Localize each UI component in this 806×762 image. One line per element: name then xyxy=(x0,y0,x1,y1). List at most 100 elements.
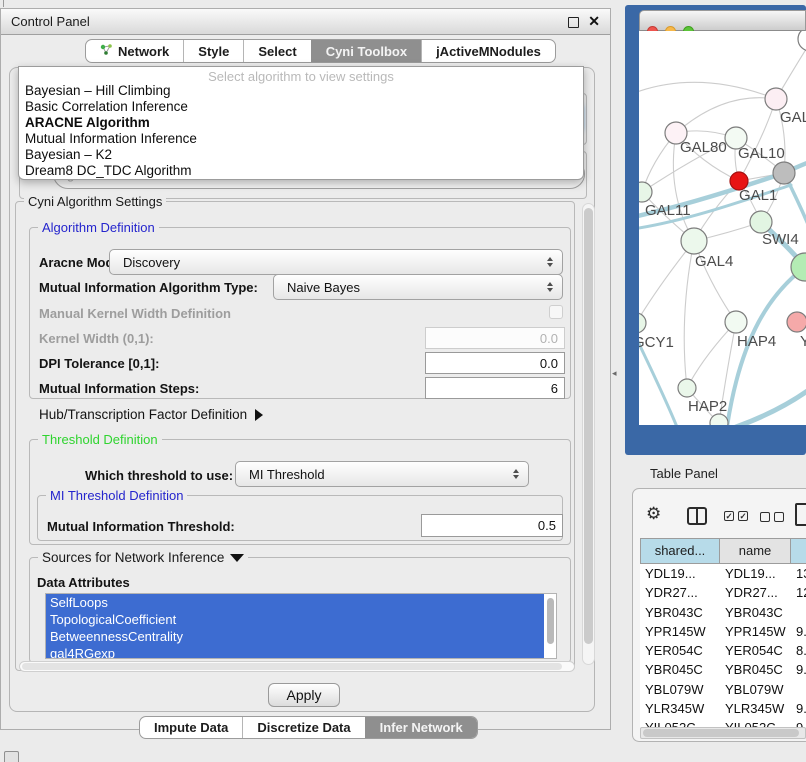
gear-icon[interactable]: ⚙ xyxy=(646,504,661,524)
splitter-handle-icon[interactable]: ◂ xyxy=(612,368,617,379)
table-row[interactable]: YBL079WYBL079W xyxy=(640,682,806,701)
tab-label: Style xyxy=(198,44,229,59)
table-cell: YBR043C xyxy=(640,605,720,624)
network-node-gal11[interactable] xyxy=(639,182,652,202)
list-scrollbar-thumb[interactable] xyxy=(547,598,554,644)
table-cell xyxy=(791,682,806,701)
mi-algorithm-type-value: Naive Bayes xyxy=(287,280,360,295)
settings-horizontal-scrollbar[interactable] xyxy=(19,661,575,672)
network-node-hap4[interactable] xyxy=(725,311,747,333)
network-node-hap2[interactable] xyxy=(678,379,696,397)
bottom-tab-impute-data[interactable]: Impute Data xyxy=(140,717,242,738)
bottom-tab-bar: Impute Data Discretize DataInfer Network xyxy=(139,716,478,739)
table-row[interactable]: YER054CYER054C8. xyxy=(640,643,806,662)
mi-algorithm-type-combobox[interactable]: Naive Bayes xyxy=(273,274,563,300)
node-label: GAL10 xyxy=(738,145,785,162)
table-row[interactable]: YDL19...YDL19...13 xyxy=(640,566,806,585)
table-body[interactable]: YDL19...YDL19...13YDR27...YDR27...12YBR0… xyxy=(640,566,806,727)
expand-right-icon[interactable] xyxy=(255,409,263,421)
table-row[interactable]: YDR27...YDR27...12 xyxy=(640,585,806,604)
table-header-row: shared...nameA xyxy=(640,538,806,564)
table-row[interactable]: YPR145WYPR145W9. xyxy=(640,624,806,643)
tab-label: Impute Data xyxy=(154,720,228,735)
table-cell: 9. xyxy=(791,624,806,643)
settings-vertical-scrollbar[interactable] xyxy=(582,203,595,665)
table-row[interactable]: YBR045CYBR045C9. xyxy=(640,662,806,681)
node-label: GAL80 xyxy=(680,139,727,156)
table-cell xyxy=(791,605,806,624)
table-cell: 9. xyxy=(791,701,806,720)
network-node-gal4[interactable] xyxy=(681,228,707,254)
collapse-down-icon[interactable] xyxy=(230,554,244,562)
network-window-titlebar[interactable] xyxy=(639,10,806,31)
dropdown-item-bayesian-hill-climbing[interactable]: Bayesian – Hill Climbing xyxy=(19,83,583,99)
tab-jactivemnodules[interactable]: jActiveMNodules xyxy=(421,40,555,62)
float-window-icon[interactable] xyxy=(568,17,579,28)
clear-all-checks-icon[interactable] xyxy=(760,512,784,522)
bottom-tab-discretize-data[interactable]: Discretize Data xyxy=(242,717,364,738)
network-node-y[interactable] xyxy=(787,312,806,332)
network-node[interactable] xyxy=(798,31,806,51)
close-icon[interactable]: ✕ xyxy=(588,13,600,30)
sources-group-title[interactable]: Sources for Network Inference xyxy=(38,550,248,565)
network-edge xyxy=(676,98,776,133)
network-node-gal[interactable] xyxy=(765,88,787,110)
list-item-selfloops[interactable]: SelfLoops xyxy=(46,594,544,611)
panel-corner-icon[interactable] xyxy=(4,751,19,762)
mi-steps-field[interactable] xyxy=(425,377,565,399)
checked-box-icon: ✓ xyxy=(724,511,734,521)
apply-button[interactable]: Apply xyxy=(268,683,340,707)
mi-threshold-field[interactable] xyxy=(421,514,563,537)
tab-cyni-toolbox[interactable]: Cyni Toolbox xyxy=(311,40,421,62)
table-cell: YER054C xyxy=(640,643,720,662)
scrollbar-thumb[interactable] xyxy=(584,208,593,644)
mi-threshold-definition-title: MI Threshold Definition xyxy=(46,488,187,503)
dropdown-item-aracne-algorithm[interactable]: ARACNE Algorithm xyxy=(19,115,583,131)
network-edge xyxy=(687,322,736,388)
table-panel-title: Table Panel xyxy=(650,466,718,481)
column-header-shared[interactable]: shared... xyxy=(640,538,720,564)
tab-select[interactable]: Select xyxy=(243,40,310,62)
table-row[interactable]: YBR043CYBR043C xyxy=(640,605,806,624)
list-item-topologicalcoefficient[interactable]: TopologicalCoefficient xyxy=(46,611,544,628)
table-cell: YBR045C xyxy=(640,662,720,681)
network-canvas[interactable]: GALGAL80GAL10GAL1GAL11SWI4GAL4GCY1HAP4YH… xyxy=(639,31,806,425)
hub-definition-row[interactable]: Hub/Transcription Factor Definition xyxy=(39,407,263,422)
select-all-checks-icon[interactable]: ✓ ✓ xyxy=(724,511,748,521)
kernel-width-field[interactable] xyxy=(425,327,565,349)
manual-kernel-width-checkbox[interactable] xyxy=(549,305,563,319)
network-icon xyxy=(100,43,113,59)
dpi-tolerance-field[interactable] xyxy=(425,352,565,374)
network-node-swi4[interactable] xyxy=(750,211,772,233)
network-node[interactable] xyxy=(710,414,728,425)
node-label: GCY1 xyxy=(639,334,674,351)
dropdown-item-mutual-information-inference[interactable]: Mutual Information Inference xyxy=(19,131,583,147)
table-row[interactable]: YIL052CYIL052C9 xyxy=(640,720,806,727)
column-header-name[interactable]: name xyxy=(720,538,791,564)
dropdown-item-bayesian-k2[interactable]: Bayesian – K2 xyxy=(19,147,583,163)
table-horizontal-scrollbar[interactable] xyxy=(640,727,806,739)
settings-group-title: Cyni Algorithm Settings xyxy=(24,194,166,209)
network-node[interactable] xyxy=(773,162,795,184)
bottom-tab-infer-network[interactable]: Infer Network xyxy=(365,717,477,738)
scrollbar-thumb[interactable] xyxy=(22,663,562,670)
threshold-definition-title: Threshold Definition xyxy=(38,432,162,447)
aracne-mode-combobox[interactable]: Discovery xyxy=(109,249,563,275)
dropdown-item-dream8-dc-tdc-algorithm[interactable]: Dream8 DC_TDC Algorithm xyxy=(19,163,583,179)
column-header-a[interactable]: A xyxy=(791,538,806,564)
list-item-betweennesscentrality[interactable]: BetweennessCentrality xyxy=(46,628,544,645)
network-node-gcy1[interactable] xyxy=(639,313,646,333)
table-cell: YLR345W xyxy=(640,701,720,720)
tab-label: Select xyxy=(258,44,296,59)
scrollbar-thumb[interactable] xyxy=(643,729,799,737)
table-row[interactable]: YLR345WYLR345W9. xyxy=(640,701,806,720)
which-threshold-combobox[interactable]: MI Threshold xyxy=(235,461,529,487)
tab-style[interactable]: Style xyxy=(183,40,243,62)
list-item-gal4rgexp[interactable]: gal4RGexp xyxy=(46,645,544,659)
file-icon[interactable] xyxy=(795,503,806,526)
columns-icon[interactable] xyxy=(687,507,707,525)
tab-network[interactable]: Network xyxy=(86,40,183,62)
mi-steps-label: Mutual Information Steps: xyxy=(39,381,199,396)
data-attributes-list[interactable]: SelfLoopsTopologicalCoefficientBetweenne… xyxy=(45,593,557,659)
dropdown-item-basic-correlation-inference[interactable]: Basic Correlation Inference xyxy=(19,99,583,115)
